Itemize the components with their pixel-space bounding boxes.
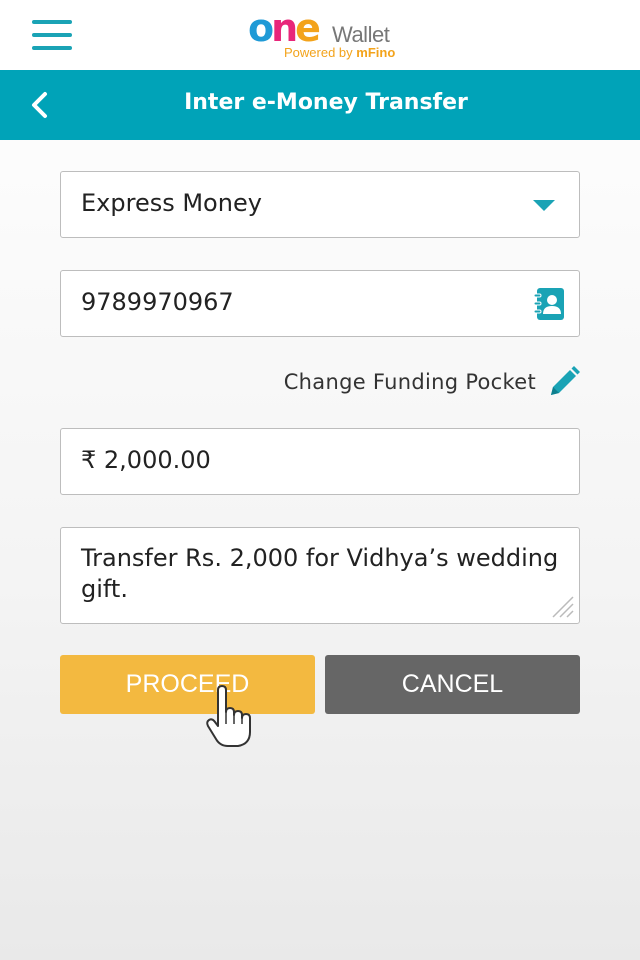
note-value: Transfer Rs. 2,000 for Vidhya’s wedding … [81,544,559,603]
logo-powered-by: Powered by mFino [284,45,396,60]
app-logo: one Wallet Powered by mFino [248,8,408,64]
amount-value: ₹ 2,000.00 [81,446,211,474]
amount-field[interactable]: ₹ 2,000.00 [60,428,580,495]
change-funding-pocket-link[interactable]: Change Funding Pocket [284,364,580,400]
caret-down-icon [533,200,555,211]
logo-one: one [248,6,321,50]
page-title: Inter e-Money Transfer [184,90,468,115]
pencil-icon [551,366,580,395]
cancel-button[interactable]: CANCEL [325,655,580,714]
proceed-button[interactable]: PROCEED [60,655,315,714]
top-bar: one Wallet Powered by mFino [0,0,640,70]
chevron-left-icon[interactable] [28,90,52,120]
page-header: Inter e-Money Transfer [0,70,640,140]
mobile-number-field[interactable]: 9789970967 [60,270,580,337]
resize-grip-icon[interactable] [549,593,575,619]
provider-select[interactable]: Express Money [60,171,580,238]
contact-book-icon[interactable] [533,287,565,321]
hand-pointer-icon [206,685,251,747]
note-textarea[interactable]: Transfer Rs. 2,000 for Vidhya’s wedding … [60,527,580,624]
hamburger-menu-icon[interactable] [32,20,72,50]
change-funding-pocket-label: Change Funding Pocket [283,370,536,394]
provider-value: Express Money [81,189,262,217]
mobile-number-value: 9789970967 [81,288,234,316]
